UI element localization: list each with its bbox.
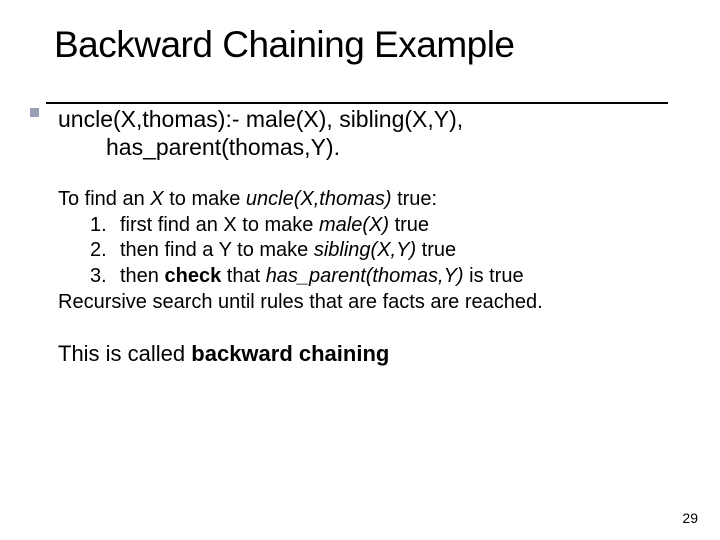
list-item: 2.then find a Y to make sibling(X,Y) tru… xyxy=(90,238,678,264)
item-mid: that xyxy=(221,265,265,287)
closing-strong: backward chaining xyxy=(191,341,389,366)
steps-list: 1.first find an X to make male(X) true 2… xyxy=(90,213,678,290)
item-call: has_parent(thomas,Y) xyxy=(266,265,469,287)
page-number: 29 xyxy=(682,510,698,526)
item-call: male(X) xyxy=(319,214,395,236)
item-pre: then find a Y to make xyxy=(120,239,314,261)
list-item: 3.then check that has_parent(thomas,Y) i… xyxy=(90,264,678,290)
item-call: sibling(X,Y) xyxy=(314,239,422,261)
item-pre: then xyxy=(120,265,164,287)
item-post: is true xyxy=(469,265,523,287)
prolog-clause: uncle(X,thomas):- male(X), sibling(X,Y),… xyxy=(58,106,678,161)
item-number: 3. xyxy=(90,264,120,290)
closing-line: This is called backward chaining xyxy=(58,341,678,367)
slide-title: Backward Chaining Example xyxy=(54,24,678,66)
item-number: 1. xyxy=(90,213,120,239)
list-item: 1.first find an X to make male(X) true xyxy=(90,213,678,239)
bullet-square-icon xyxy=(30,108,39,117)
item-post: true xyxy=(395,214,429,236)
item-number: 2. xyxy=(90,238,120,264)
recursive-line: Recursive search until rules that are fa… xyxy=(58,290,678,316)
item-pre: first find an X to make xyxy=(120,214,319,236)
intro-variable: X xyxy=(150,188,169,210)
title-underline xyxy=(46,102,668,104)
clause-line-2: has_parent(thomas,Y). xyxy=(106,134,678,162)
closing-pre: This is called xyxy=(58,341,191,366)
intro-post: true: xyxy=(397,188,437,210)
body-text: To find an X to make uncle(X,thomas) tru… xyxy=(58,187,678,315)
intro-pre: To find an xyxy=(58,188,150,210)
intro-call: uncle(X,thomas) xyxy=(246,188,397,210)
item-post: true xyxy=(422,239,456,261)
intro-mid: to make xyxy=(169,188,246,210)
clause-line-1: uncle(X,thomas):- male(X), sibling(X,Y), xyxy=(58,106,463,132)
item-strong: check xyxy=(164,265,221,287)
intro-line: To find an X to make uncle(X,thomas) tru… xyxy=(58,187,678,213)
